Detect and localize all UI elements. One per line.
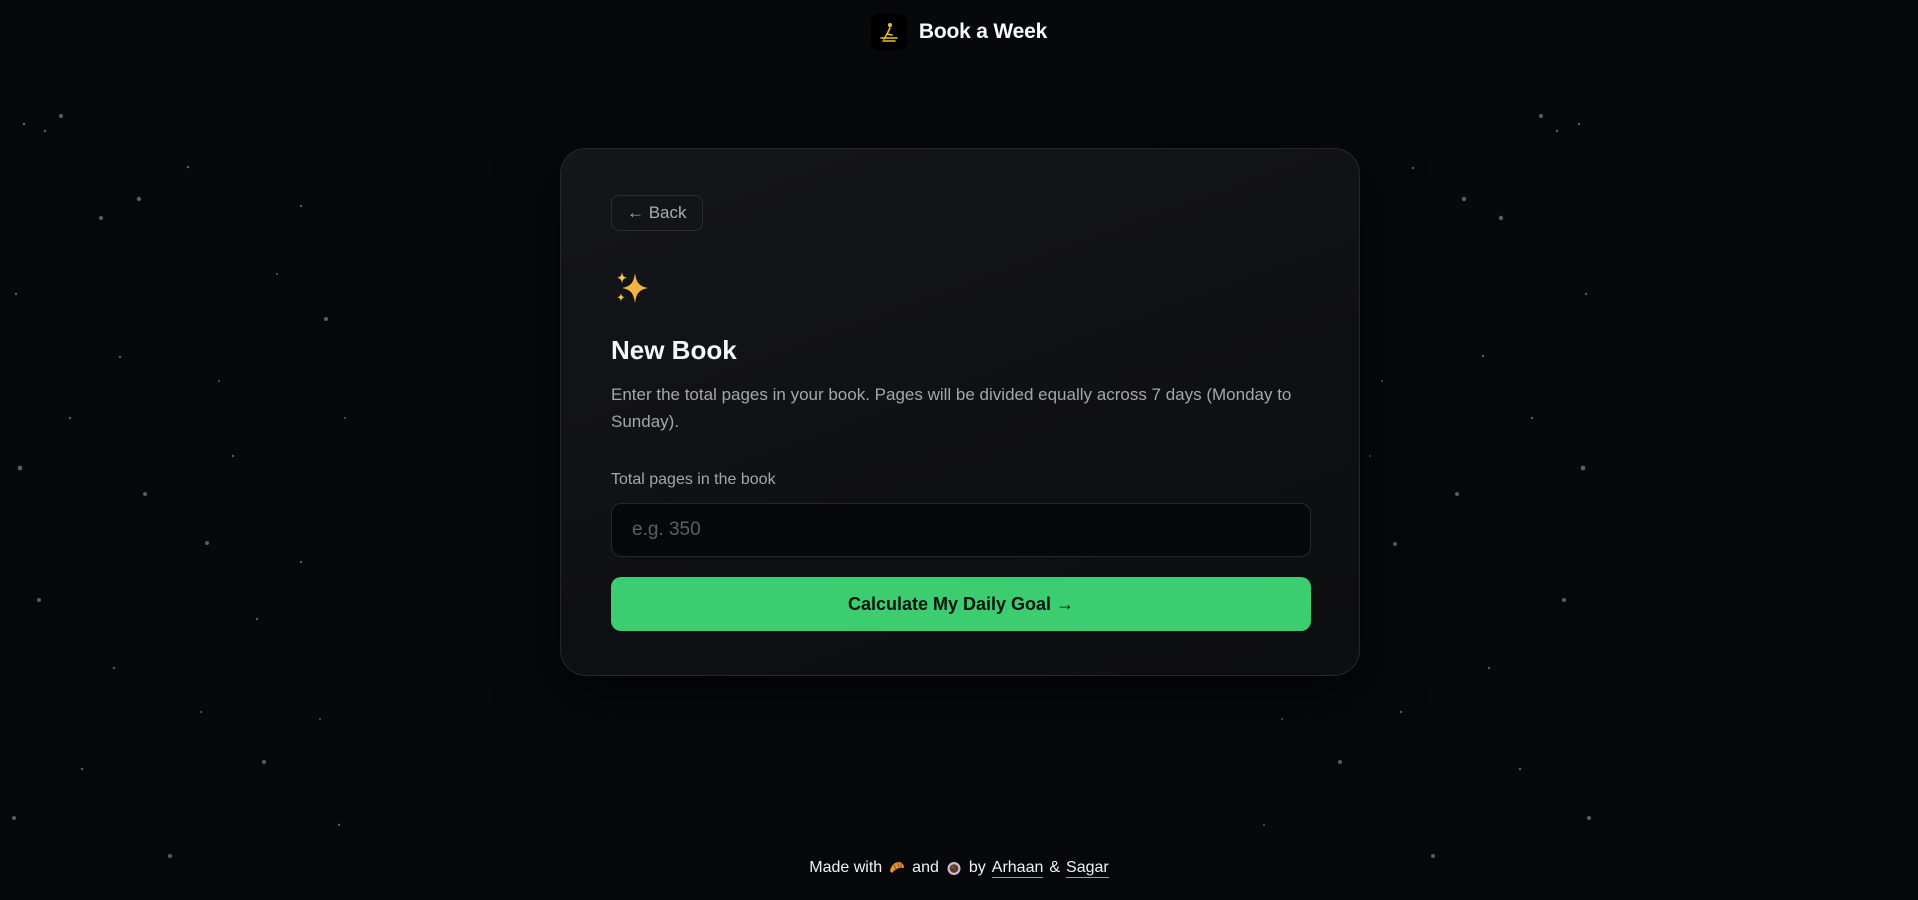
author-sagar-link[interactable]: Sagar — [1066, 859, 1109, 878]
site-footer: Made with and by Arhaan & Sagar — [0, 857, 1918, 879]
footer-ampersand: & — [1049, 859, 1061, 876]
coffee-icon — [947, 862, 961, 875]
calculate-daily-goal-button[interactable]: Calculate My Daily Goal → — [611, 577, 1311, 631]
footer-made-with: Made with — [809, 859, 883, 876]
brand-name[interactable]: Book a Week — [919, 20, 1047, 44]
total-pages-input[interactable] — [611, 503, 1311, 557]
total-pages-label: Total pages in the book — [611, 471, 776, 488]
new-book-card: ← Back New Book Enter the total pages in… — [560, 148, 1360, 676]
page-title: New Book — [611, 335, 737, 365]
footer-by: by — [968, 859, 986, 876]
description-text: Enter the total pages in your book. Page… — [611, 385, 1292, 431]
back-button[interactable]: ← Back — [611, 195, 703, 231]
footer-and: and — [912, 859, 939, 876]
croissant-icon — [890, 862, 905, 873]
author-arhaan-link[interactable]: Arhaan — [991, 859, 1044, 878]
sparkles-icon — [617, 272, 648, 303]
reading-person-icon[interactable] — [870, 14, 907, 50]
site-header: Book a Week — [0, 12, 1918, 52]
